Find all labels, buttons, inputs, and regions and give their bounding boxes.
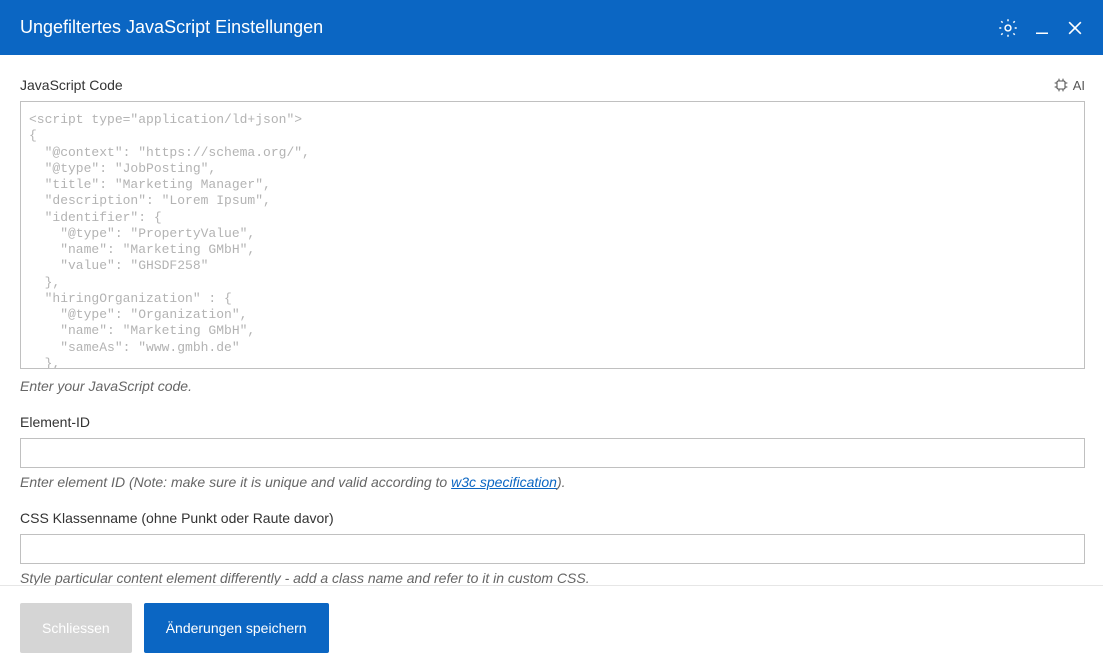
- css-class-hint: Style particular content element differe…: [20, 570, 1085, 585]
- element-id-block: Element-ID Enter element ID (Note: make …: [20, 414, 1085, 490]
- js-code-input[interactable]: [20, 101, 1085, 369]
- ai-button[interactable]: AI: [1053, 77, 1085, 93]
- element-id-hint-suffix: ).: [557, 474, 566, 490]
- css-class-label: CSS Klassenname (ohne Punkt oder Raute d…: [20, 510, 1085, 526]
- dialog-footer: Schliessen Änderungen speichern: [0, 585, 1103, 669]
- js-code-block: JavaScript Code AI Enter your JavaScript…: [20, 77, 1085, 394]
- save-button[interactable]: Änderungen speichern: [144, 603, 329, 653]
- js-code-label: JavaScript Code: [20, 77, 1053, 93]
- dialog-content: JavaScript Code AI Enter your JavaScript…: [0, 55, 1103, 585]
- titlebar-actions: [997, 17, 1085, 39]
- w3c-spec-link[interactable]: w3c specification: [451, 474, 557, 490]
- css-class-input[interactable]: [20, 534, 1085, 564]
- css-class-block: CSS Klassenname (ohne Punkt oder Raute d…: [20, 510, 1085, 585]
- titlebar: Ungefiltertes JavaScript Einstellungen: [0, 0, 1103, 55]
- js-code-hint: Enter your JavaScript code.: [20, 378, 1085, 394]
- close-button[interactable]: Schliessen: [20, 603, 132, 653]
- element-id-hint-prefix: Enter element ID (Note: make sure it is …: [20, 474, 451, 490]
- element-id-label: Element-ID: [20, 414, 1085, 430]
- element-id-input[interactable]: [20, 438, 1085, 468]
- gear-icon[interactable]: [997, 17, 1019, 39]
- minimize-icon[interactable]: [1033, 19, 1051, 37]
- window-title: Ungefiltertes JavaScript Einstellungen: [20, 17, 997, 38]
- element-id-hint: Enter element ID (Note: make sure it is …: [20, 474, 1085, 490]
- ai-label: AI: [1073, 78, 1085, 93]
- close-icon[interactable]: [1065, 18, 1085, 38]
- ai-icon: [1053, 77, 1069, 93]
